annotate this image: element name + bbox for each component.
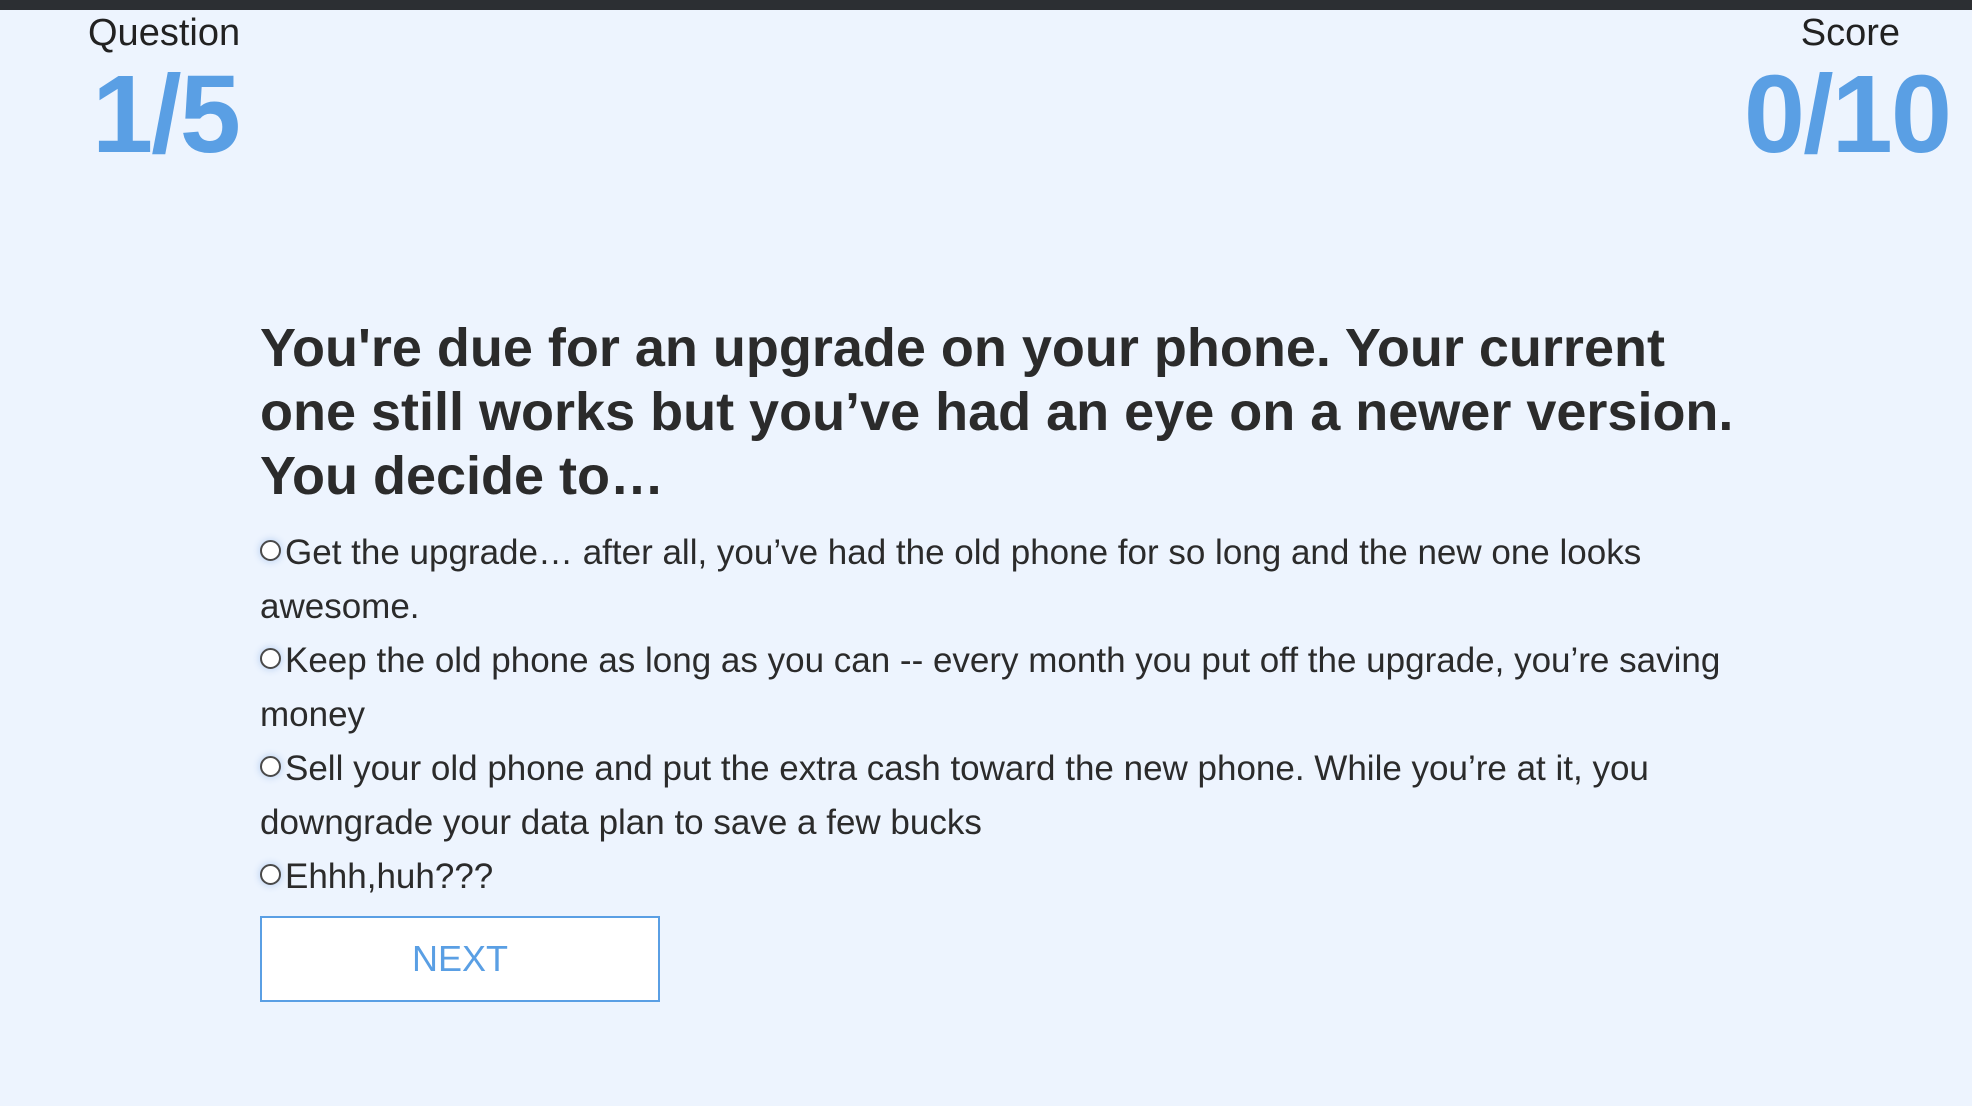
radio-button-icon[interactable] [260, 540, 281, 562]
question-counter-label: Question [88, 12, 241, 54]
question-counter-value: 1/5 [92, 53, 241, 176]
answer-choice-4[interactable]: Ehhh,huh??? [260, 850, 1740, 904]
answer-choice-2[interactable]: Keep the old phone as long as you can --… [260, 634, 1740, 742]
answer-choice-1[interactable]: Get the upgrade… after all, you’ve had t… [260, 526, 1740, 634]
answer-choices: Get the upgrade… after all, you’ve had t… [260, 526, 1740, 904]
answer-choice-label: Get the upgrade… after all, you’ve had t… [260, 533, 1642, 626]
answer-choice-3[interactable]: Sell your old phone and put the extra ca… [260, 742, 1740, 850]
question-text: You're due for an upgrade on your phone.… [260, 318, 1734, 506]
quiz-panel: You're due for an upgrade on your phone.… [260, 316, 1740, 1002]
radio-button-icon[interactable] [260, 648, 281, 670]
score-value: 0/10 [1743, 53, 1952, 176]
next-button[interactable]: NEXT [260, 916, 660, 1002]
score-label: Score [1800, 12, 1900, 54]
radio-button-icon[interactable] [260, 756, 281, 778]
radio-button-icon[interactable] [260, 864, 281, 886]
top-bar [0, 0, 1972, 10]
answer-choice-label: Sell your old phone and put the extra ca… [260, 749, 1649, 842]
answer-choice-label: Ehhh,huh??? [285, 857, 494, 896]
answer-choice-label: Keep the old phone as long as you can --… [260, 641, 1721, 734]
